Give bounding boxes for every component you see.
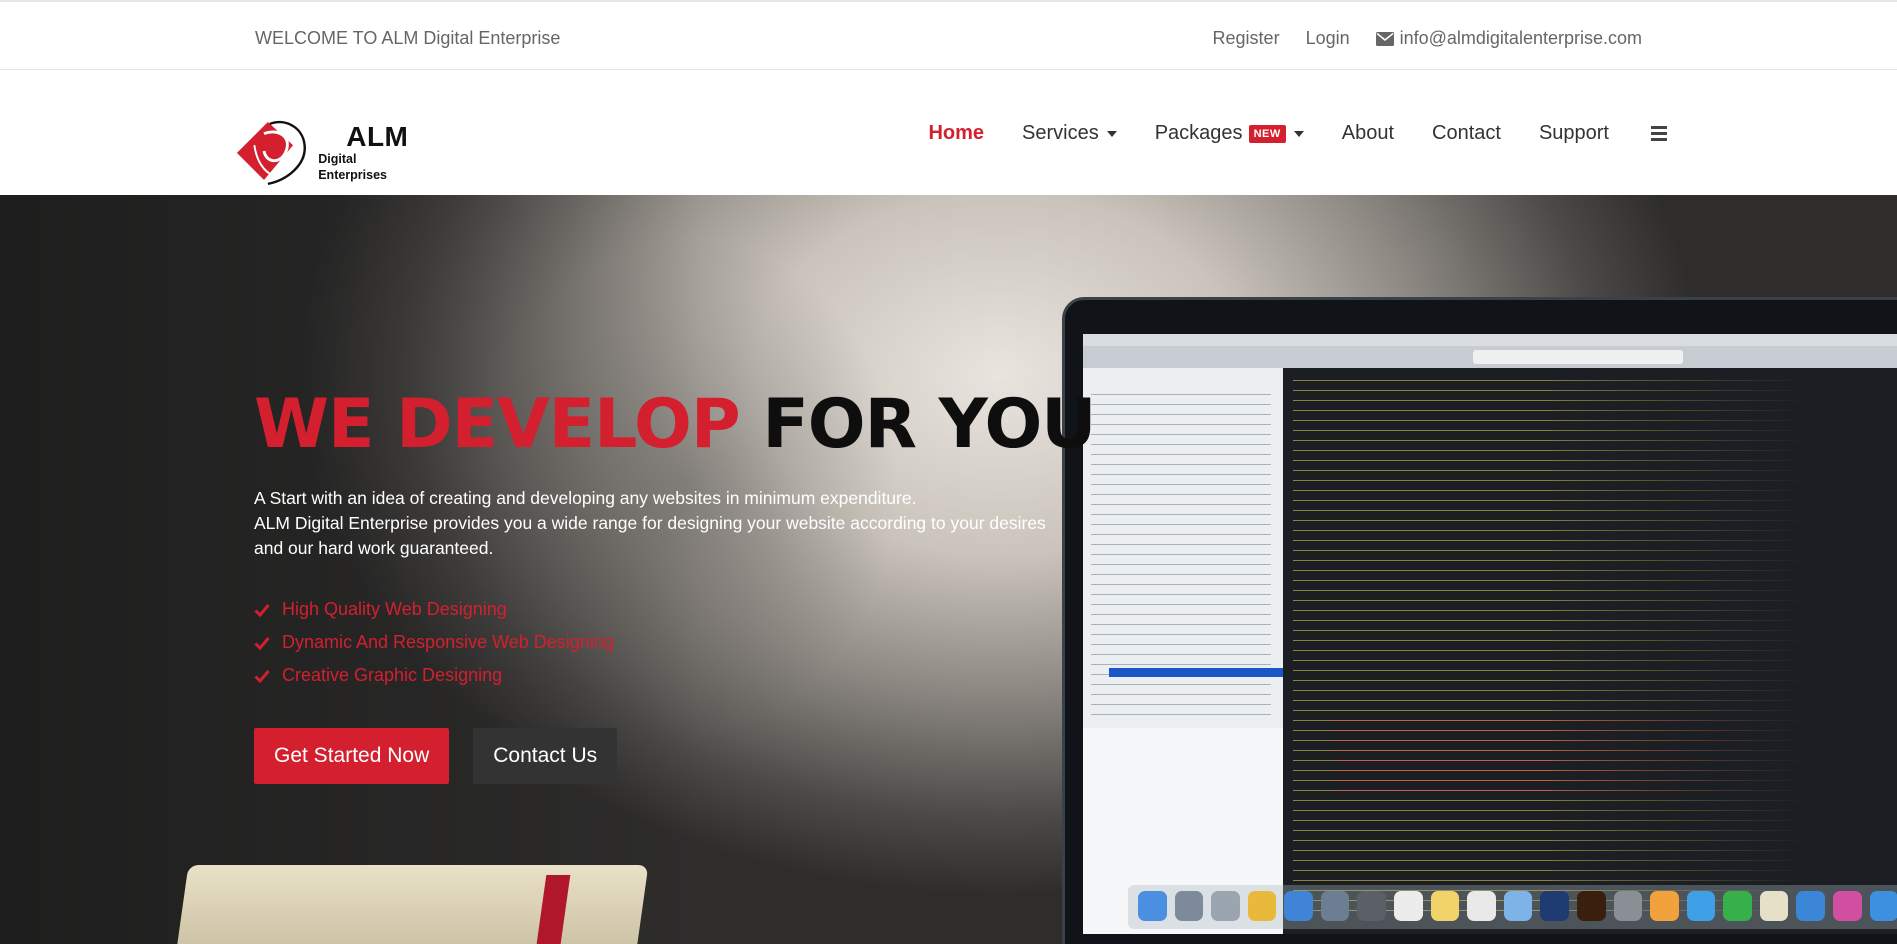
caret-down-icon xyxy=(1106,130,1117,137)
hero-description: A Start with an idea of creating and dev… xyxy=(254,486,1074,561)
nav-services-label: Services xyxy=(1022,122,1099,144)
logo-tagline: Digital Enterprises xyxy=(318,152,387,182)
new-badge: NEW xyxy=(1248,124,1286,143)
email-link[interactable]: info@almdigitalenterprise.com xyxy=(1375,28,1642,49)
top-bar: WELCOME TO ALM Digital Enterprise Regist… xyxy=(0,0,1897,70)
top-bar-links: Register Login info@almdigitalenterprise… xyxy=(1213,28,1642,49)
hamburger-menu-icon[interactable] xyxy=(1651,126,1667,141)
feature-item: Dynamic And Responsive Web Designing xyxy=(254,626,614,659)
logo-text: ALM Digital Enterprises xyxy=(318,123,425,183)
nav-services[interactable]: Services xyxy=(1022,122,1117,145)
contact-us-button[interactable]: Contact Us xyxy=(473,728,618,784)
feature-item: Creative Graphic Designing xyxy=(254,659,614,692)
hero-section: WE DEVELOP FOR YOU A Start with an idea … xyxy=(0,195,1897,944)
book-image xyxy=(171,865,649,944)
register-link[interactable]: Register xyxy=(1213,28,1280,49)
envelope-icon xyxy=(1375,31,1394,46)
feature-label: High Quality Web Designing xyxy=(282,599,507,619)
hero-title: WE DEVELOP FOR YOU xyxy=(254,385,1096,465)
main-header: ALM Digital Enterprises Home Services Pa… xyxy=(0,70,1897,195)
code-editor-image xyxy=(1293,374,1897,914)
feature-label: Dynamic And Responsive Web Designing xyxy=(282,632,614,652)
nav-packages[interactable]: Packages NEW xyxy=(1155,122,1304,145)
welcome-text: WELCOME TO ALM Digital Enterprise xyxy=(255,28,561,48)
hero-buttons: Get Started Now Contact Us xyxy=(254,728,618,784)
check-icon xyxy=(254,669,270,683)
email-text: info@almdigitalenterprise.com xyxy=(1399,28,1642,48)
feature-item: High Quality Web Designing xyxy=(254,593,614,626)
hero-desc-line-2: ALM Digital Enterprise provides you a wi… xyxy=(254,513,1046,558)
site-logo[interactable]: ALM Digital Enterprises xyxy=(235,115,425,187)
hero-title-red: WE DEVELOP xyxy=(254,385,741,464)
feature-list: High Quality Web Designing Dynamic And R… xyxy=(254,593,614,692)
get-started-button[interactable]: Get Started Now xyxy=(254,728,450,784)
hero-desc-line-1: A Start with an idea of creating and dev… xyxy=(254,488,917,508)
check-icon xyxy=(254,636,270,650)
feature-label: Creative Graphic Designing xyxy=(282,665,503,685)
logo-name: ALM xyxy=(346,121,409,152)
laptop-screen xyxy=(1083,334,1897,934)
hero-overlay xyxy=(0,195,700,944)
login-link[interactable]: Login xyxy=(1306,28,1350,49)
nav-home[interactable]: Home xyxy=(928,122,984,145)
hero-title-black: FOR YOU xyxy=(762,385,1096,464)
nav-support[interactable]: Support xyxy=(1539,122,1609,145)
hero-laptop-image xyxy=(1062,297,1897,944)
nav-packages-label: Packages xyxy=(1154,122,1243,144)
main-nav: Home Services Packages NEW About Contact… xyxy=(928,122,1667,145)
nav-contact[interactable]: Contact xyxy=(1432,122,1501,145)
laptop-dock-image xyxy=(1128,885,1897,929)
caret-down-icon xyxy=(1293,130,1304,137)
nav-about[interactable]: About xyxy=(1342,122,1394,145)
logo-mark-icon xyxy=(236,120,306,186)
check-icon xyxy=(254,603,270,617)
